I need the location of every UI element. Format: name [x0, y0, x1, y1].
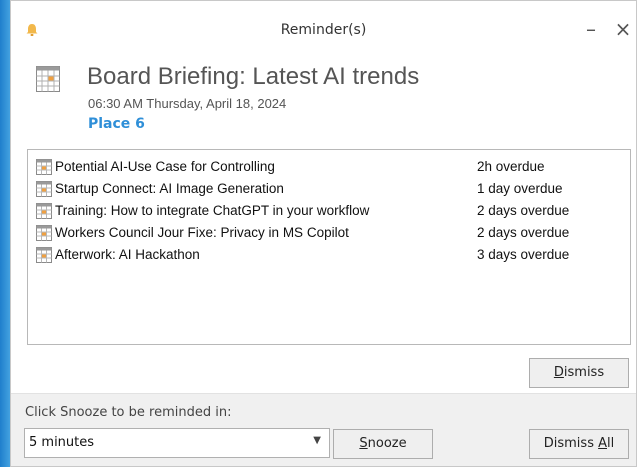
reminder-item-due: 2 days overdue	[477, 225, 570, 240]
reminder-list[interactable]: Potential AI-Use Case for Controlling 2h…	[27, 149, 631, 345]
dismiss-all-accesskey: A	[598, 436, 608, 451]
chevron-down-icon[interactable]: ▼	[313, 435, 321, 446]
reminder-location: Place 6	[88, 116, 145, 132]
reminder-window: Reminder(s) – × Board Briefing: Latest A…	[10, 0, 637, 467]
reminder-item-subject: Training: How to integrate ChatGPT in yo…	[55, 203, 370, 218]
calendar-icon	[36, 225, 52, 241]
list-item[interactable]: Workers Council Jour Fixe: Privacy in MS…	[33, 222, 627, 244]
calendar-icon	[36, 66, 60, 92]
reminder-item-due: 2h overdue	[477, 159, 545, 174]
list-item[interactable]: Potential AI-Use Case for Controlling 2h…	[33, 156, 627, 178]
snooze-label: Click Snooze to be reminded in:	[25, 405, 232, 420]
calendar-icon	[36, 181, 52, 197]
list-item[interactable]: Training: How to integrate ChatGPT in yo…	[33, 200, 627, 222]
list-item[interactable]: Startup Connect: AI Image Generation 1 d…	[33, 178, 627, 200]
reminder-datetime: 06:30 AM Thursday, April 18, 2024	[88, 96, 287, 111]
calendar-icon	[36, 247, 52, 263]
title-bar: Reminder(s) – ×	[11, 1, 636, 49]
calendar-icon	[36, 159, 52, 175]
dismiss-label-post: ismiss	[563, 365, 605, 380]
reminder-subject: Board Briefing: Latest AI trends	[87, 63, 420, 90]
reminder-item-due: 1 day overdue	[477, 181, 563, 196]
snooze-label-post: nooze	[367, 436, 407, 451]
snooze-duration-value: 5 minutes	[29, 435, 95, 450]
snooze-duration-select[interactable]: 5 minutes ▼	[24, 428, 330, 458]
reminder-item-due: 3 days overdue	[477, 247, 570, 262]
reminder-item-subject: Startup Connect: AI Image Generation	[55, 181, 284, 196]
dismiss-all-label-pre: Dismiss	[543, 436, 599, 451]
dismiss-all-button[interactable]: Dismiss All	[529, 429, 629, 459]
minimize-button[interactable]: –	[577, 15, 605, 43]
list-item[interactable]: Afterwork: AI Hackathon 3 days overdue	[33, 244, 627, 266]
reminder-item-subject: Workers Council Jour Fixe: Privacy in MS…	[55, 225, 349, 240]
dismiss-accesskey: D	[553, 365, 564, 380]
close-button[interactable]: ×	[609, 15, 637, 43]
snooze-button[interactable]: Snooze	[333, 429, 433, 459]
dismiss-all-label-post: ll	[607, 436, 615, 451]
reminder-item-due: 2 days overdue	[477, 203, 570, 218]
window-title: Reminder(s)	[280, 22, 367, 38]
calendar-icon	[36, 203, 52, 219]
reminder-item-subject: Afterwork: AI Hackathon	[55, 247, 200, 262]
snooze-accesskey: S	[359, 436, 368, 451]
reminder-item-subject: Potential AI-Use Case for Controlling	[55, 159, 275, 174]
dismiss-button[interactable]: Dismiss	[529, 358, 629, 388]
